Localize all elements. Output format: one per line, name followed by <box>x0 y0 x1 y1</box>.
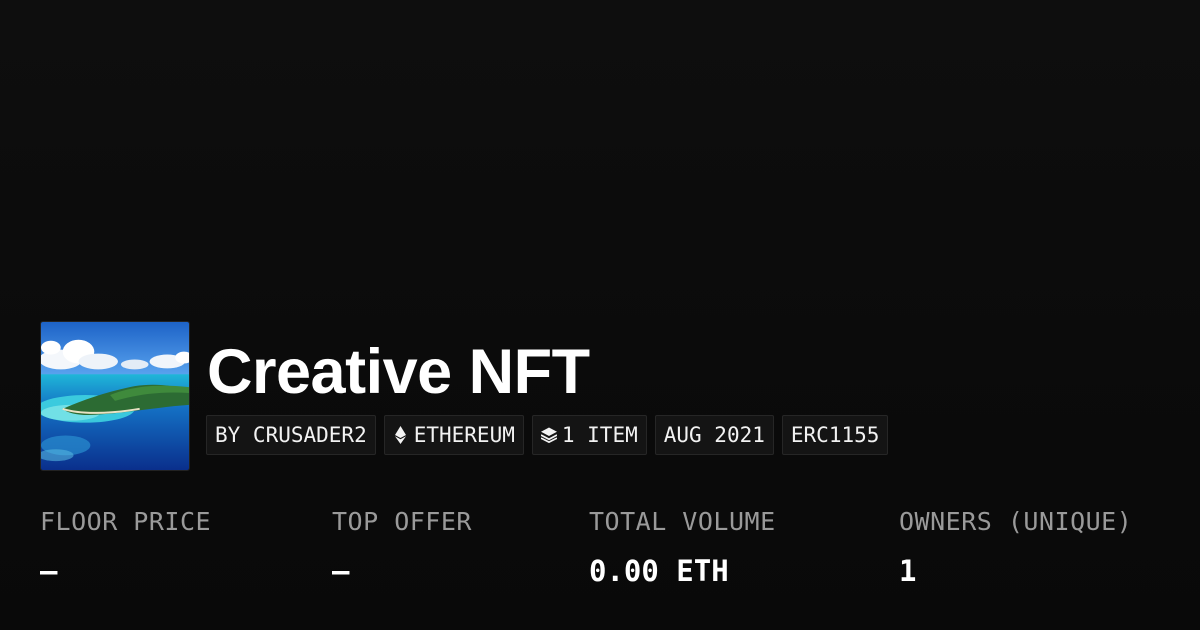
collection-image[interactable] <box>40 321 190 471</box>
island-image <box>41 322 189 470</box>
layers-icon <box>540 425 557 445</box>
stat-value: 1 <box>899 554 917 588</box>
collection-title: Creative NFT <box>207 337 590 407</box>
stat-value: — <box>40 554 58 588</box>
creator-tag-label: BY CRUSADER2 <box>215 423 367 447</box>
stat-label: TOTAL VOLUME <box>589 507 776 536</box>
standard-tag: ERC1155 <box>781 415 889 455</box>
ethereum-icon <box>393 425 409 445</box>
date-tag: AUG 2021 <box>654 415 774 455</box>
collection-stats: FLOOR PRICE — TOP OFFER — TOTAL VOLUME 0… <box>40 502 1190 602</box>
chain-tag: ETHEREUM <box>383 415 524 455</box>
date-tag-label: AUG 2021 <box>663 423 765 447</box>
stat-label: TOP OFFER <box>332 507 472 536</box>
collection-tags: BY CRUSADER2 ETHEREUM 1 ITEM AUG 2021 ER… <box>206 415 889 455</box>
chain-tag-label: ETHEREUM <box>413 423 515 447</box>
collection-card: Creative NFT BY CRUSADER2 ETHEREUM 1 ITE… <box>0 0 1200 630</box>
stat-label: OWNERS (UNIQUE) <box>899 507 1133 536</box>
stat-floor-price: FLOOR PRICE — <box>40 502 211 596</box>
standard-tag-label: ERC1155 <box>790 423 880 447</box>
item-count-tag: 1 ITEM <box>531 415 647 455</box>
stat-value: 0.00 ETH <box>589 554 729 588</box>
stat-total-volume: TOTAL VOLUME 0.00 ETH <box>589 502 776 596</box>
creator-tag[interactable]: BY CRUSADER2 <box>206 415 376 455</box>
item-count-tag-label: 1 ITEM <box>561 423 638 447</box>
stat-label: FLOOR PRICE <box>40 507 212 536</box>
stat-value: — <box>332 554 350 588</box>
stat-owners: OWNERS (UNIQUE) 1 <box>899 502 1132 596</box>
stat-top-offer: TOP OFFER — <box>332 502 472 596</box>
